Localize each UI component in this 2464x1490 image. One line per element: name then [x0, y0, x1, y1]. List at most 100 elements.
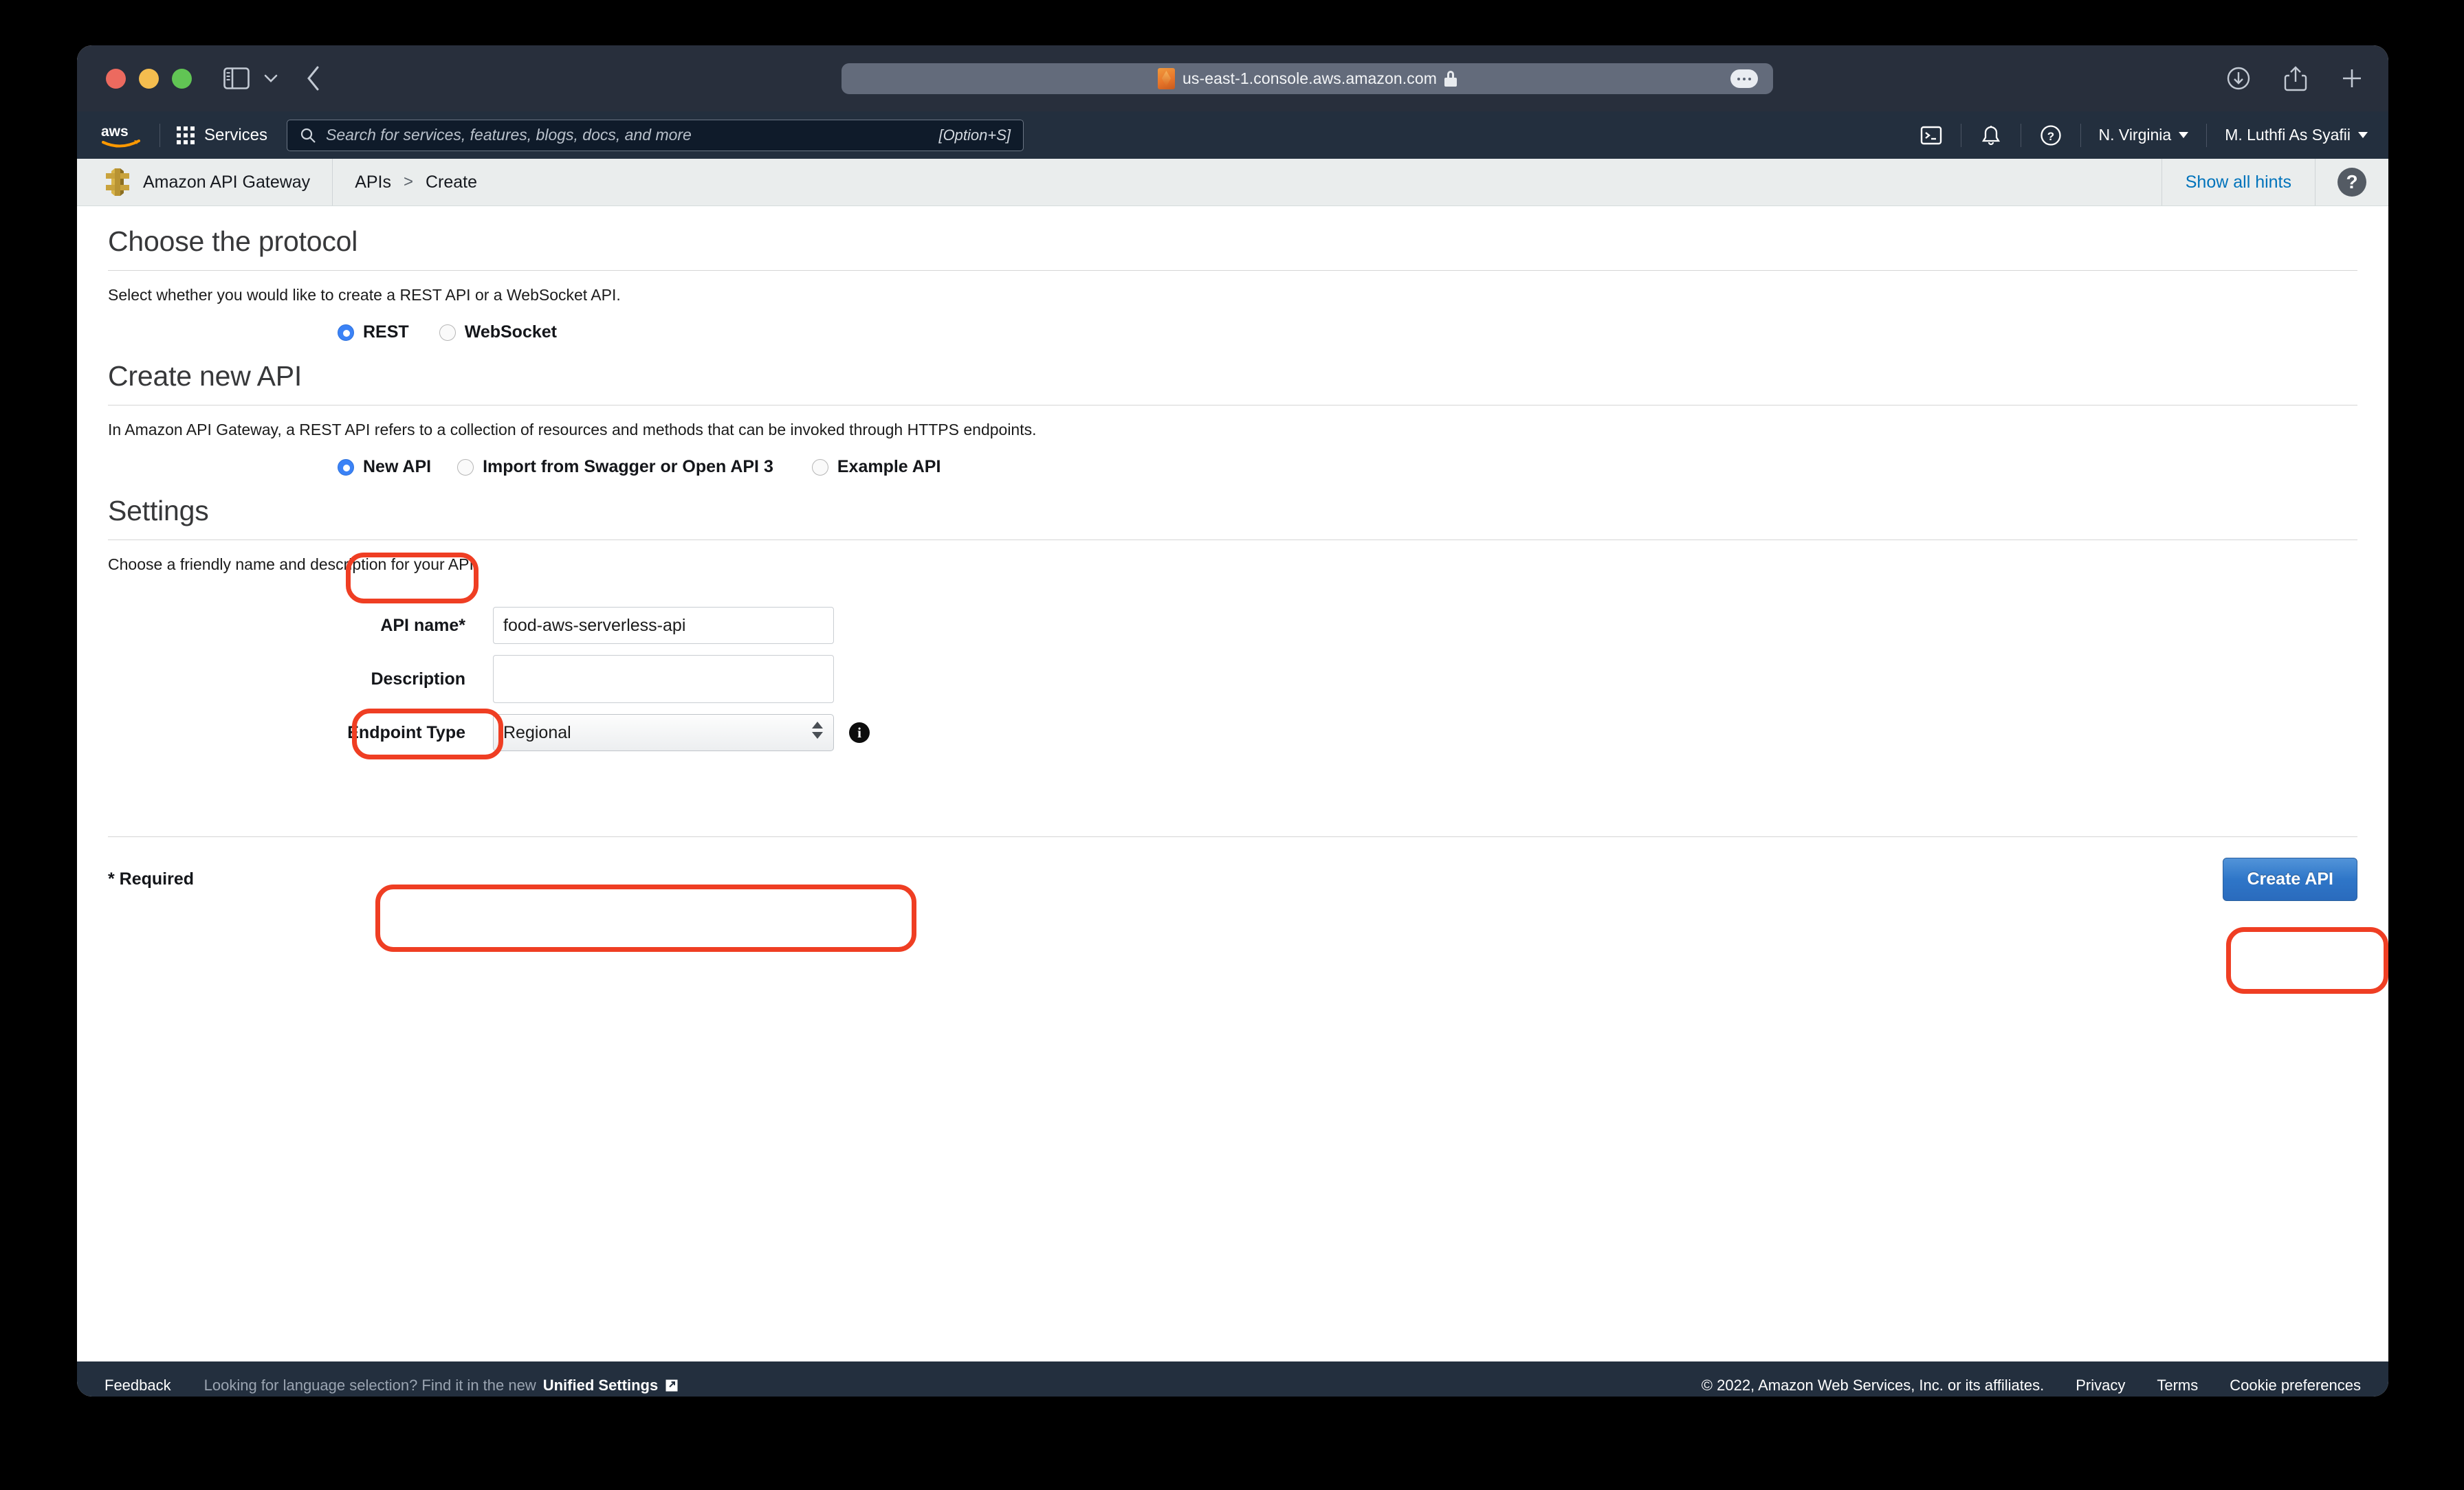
window-controls — [106, 68, 192, 89]
language-note-text: Looking for language selection? Find it … — [204, 1376, 536, 1394]
nav-divider — [2080, 123, 2081, 147]
service-home-link[interactable]: Amazon API Gateway — [77, 159, 333, 205]
description-input[interactable] — [493, 655, 834, 703]
form-row-api-name: API name* — [108, 599, 2357, 652]
question-circle-icon[interactable]: ? — [2039, 124, 2062, 147]
form-footer: * Required Create API — [108, 837, 2357, 901]
create-section-description: In Amazon API Gateway, a REST API refers… — [108, 421, 1037, 438]
radio-label-example-api: Example API — [837, 457, 941, 476]
protocol-section-description: Select whether you would like to create … — [108, 286, 621, 304]
radio-indicator-new-api[interactable] — [338, 458, 354, 476]
maximize-window-button[interactable] — [172, 68, 192, 89]
global-search-box[interactable]: [Option+S] — [287, 119, 1024, 151]
nav-divider — [2206, 123, 2208, 147]
show-all-hints-link[interactable]: Show all hints — [2186, 173, 2291, 192]
address-bar[interactable]: us-east-1.console.aws.amazon.com — [842, 63, 1773, 94]
privacy-link[interactable]: Privacy — [2076, 1377, 2125, 1394]
radio-indicator-rest[interactable] — [338, 324, 354, 341]
svg-text:aws: aws — [101, 124, 129, 140]
api-settings-form: API name* Description Endpoint Type Regi… — [108, 574, 2357, 759]
settings-section-title: Settings — [108, 495, 209, 526]
radio-label-websocket: WebSocket — [464, 322, 557, 342]
cookie-preferences-link[interactable]: Cookie preferences — [2230, 1377, 2361, 1394]
services-menu-label: Services — [204, 125, 268, 144]
feedback-link[interactable]: Feedback — [104, 1377, 171, 1394]
search-input[interactable] — [326, 126, 939, 144]
endpoint-type-label: Endpoint Type — [347, 722, 465, 742]
aws-logo[interactable]: aws — [100, 122, 143, 149]
external-link-icon — [665, 1379, 679, 1392]
search-icon — [300, 127, 316, 144]
copyright-text: © 2022, Amazon Web Services, Inc. or its… — [1701, 1376, 2045, 1394]
required-note: * Required — [108, 869, 195, 889]
breadcrumb-item-create: Create — [426, 172, 478, 192]
create-section-title: Create new API — [108, 360, 302, 392]
language-settings-note: Looking for language selection? Find it … — [204, 1377, 679, 1394]
endpoint-type-select[interactable]: RegionalEdge optimizedPrivate — [493, 714, 834, 751]
aws-global-nav: aws Services [Option+S] — [77, 111, 2388, 159]
terms-link[interactable]: Terms — [2157, 1377, 2198, 1394]
sidebar-icon[interactable] — [222, 64, 251, 93]
browser-toolbar: us-east-1.console.aws.amazon.com — [77, 45, 2388, 111]
api-source-radio-group: New API Import from Swagger or Open API … — [108, 439, 2357, 477]
breadcrumb-separator: > — [403, 173, 413, 191]
search-shortcut-hint: [Option+S] — [938, 126, 1011, 144]
breadcrumb: APIs > Create — [333, 173, 477, 192]
show-all-hints-cell[interactable]: Show all hints — [2161, 159, 2316, 205]
download-icon[interactable] — [2226, 66, 2251, 91]
bell-icon[interactable] — [1979, 124, 2003, 147]
radio-label-new-api: New API — [363, 457, 432, 476]
description-label: Description — [371, 669, 465, 689]
create-api-page: Choose the protocol Select whether you w… — [77, 206, 2388, 1361]
form-row-endpoint-type: Endpoint Type RegionalEdge optimizedPriv… — [108, 706, 2357, 759]
chevron-down-icon — [2179, 132, 2189, 138]
api-name-input[interactable] — [493, 607, 834, 644]
endpoint-type-select-wrapper: RegionalEdge optimizedPrivate — [493, 714, 834, 751]
radio-option-rest[interactable]: REST — [338, 322, 409, 342]
radio-label-rest: REST — [363, 322, 409, 342]
site-favicon — [1157, 68, 1175, 89]
create-api-button[interactable]: Create API — [2223, 858, 2357, 901]
protocol-section-title: Choose the protocol — [108, 225, 358, 257]
breadcrumb-item-apis[interactable]: APIs — [355, 173, 391, 192]
service-name-label: Amazon API Gateway — [143, 172, 311, 192]
cloudshell-icon[interactable] — [1920, 124, 1943, 147]
account-menu[interactable]: M. Luthfi As Syafii — [2225, 126, 2368, 144]
radio-indicator-example-api[interactable] — [811, 458, 828, 476]
radio-indicator-import-swagger[interactable] — [457, 458, 474, 476]
radio-option-websocket[interactable]: WebSocket — [439, 322, 557, 342]
address-bar-url: us-east-1.console.aws.amazon.com — [1182, 69, 1438, 87]
svg-text:?: ? — [2047, 130, 2054, 143]
share-icon[interactable] — [2284, 65, 2307, 91]
radio-indicator-websocket[interactable] — [439, 324, 456, 341]
service-breadcrumb-bar: Amazon API Gateway APIs > Create Show al… — [77, 159, 2388, 206]
grid-icon — [177, 126, 195, 144]
ellipsis-icon[interactable] — [1730, 69, 1758, 88]
radio-option-example-api[interactable]: Example API — [811, 457, 941, 477]
lock-icon — [1444, 71, 1458, 87]
aws-footer: Feedback Looking for language selection?… — [77, 1361, 2388, 1397]
help-cell[interactable]: ? — [2316, 159, 2388, 205]
browser-window: us-east-1.console.aws.amazon.com aws Ser… — [77, 45, 2388, 1397]
radio-option-new-api[interactable]: New API — [338, 457, 431, 477]
plus-icon[interactable] — [2340, 67, 2364, 90]
radio-label-import-swagger: Import from Swagger or Open API 3 — [483, 457, 773, 476]
chevron-down-icon — [2358, 132, 2368, 138]
unified-settings-link[interactable]: Unified Settings — [543, 1377, 658, 1394]
browser-toolbar-right — [2226, 45, 2364, 111]
api-name-label: API name* — [380, 615, 465, 635]
back-chevron-icon[interactable] — [299, 64, 328, 93]
region-selector[interactable]: N. Virginia — [2099, 126, 2189, 144]
api-gateway-icon — [104, 167, 131, 197]
settings-section-description: Choose a friendly name and description f… — [108, 555, 478, 573]
close-window-button[interactable] — [106, 68, 126, 89]
services-menu-button[interactable]: Services — [177, 126, 267, 145]
chevron-down-icon[interactable] — [261, 68, 281, 89]
help-icon[interactable]: ? — [2338, 168, 2366, 197]
protocol-radio-group: REST WebSocket — [108, 304, 2357, 342]
info-icon[interactable]: i — [849, 722, 870, 743]
minimize-window-button[interactable] — [139, 68, 159, 89]
radio-option-import-swagger[interactable]: Import from Swagger or Open API 3 — [457, 457, 773, 477]
account-label: M. Luthfi As Syafii — [2225, 126, 2351, 144]
aws-nav-right: ? N. Virginia M. Luthfi As Syafii — [1920, 111, 2368, 159]
